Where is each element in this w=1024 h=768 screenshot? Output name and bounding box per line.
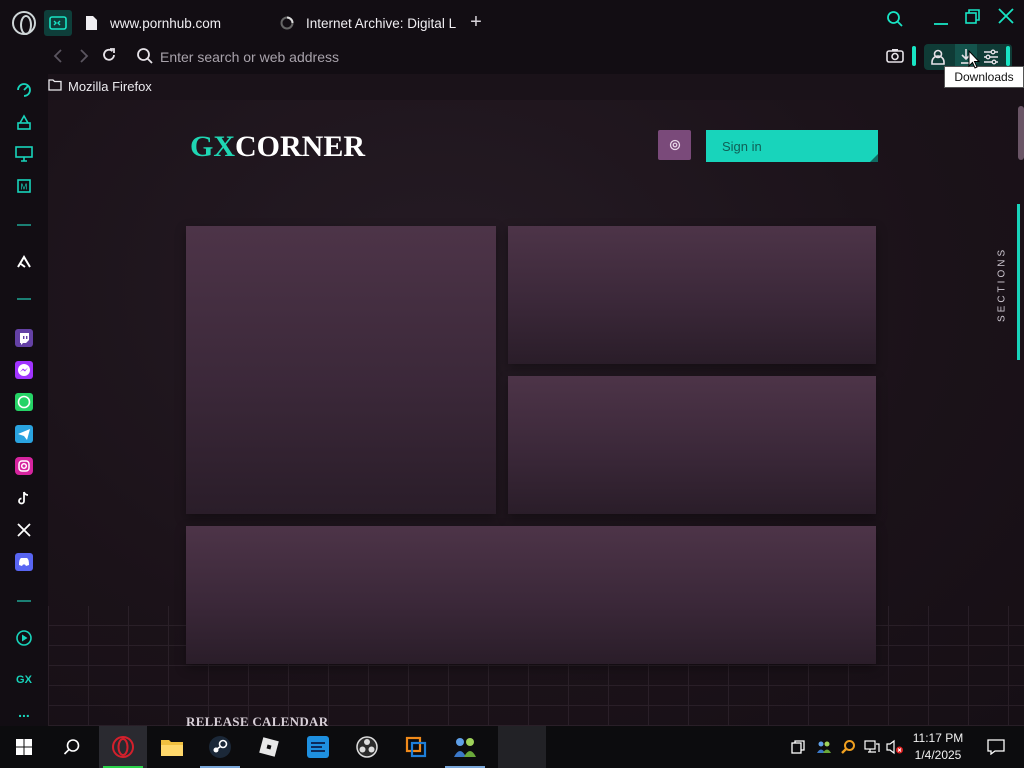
restore-icon[interactable] [964,8,982,31]
search-icon [136,47,154,70]
memory-icon[interactable]: M [14,176,34,196]
clock-date: 1/4/2025 [914,748,962,762]
telegram-icon[interactable] [14,424,34,444]
folder-icon [161,740,183,756]
new-tab-button[interactable]: + [466,12,486,34]
tab-pornhub[interactable]: www.pornhub.com [84,8,264,38]
settings-button[interactable] [658,130,691,160]
sign-in-button[interactable]: Sign in [706,130,878,162]
reload-icon[interactable] [100,46,118,69]
instagram-icon[interactable] [14,456,34,476]
tab-title: Internet Archive: Digital Lib [306,15,456,31]
address-input[interactable] [160,46,760,68]
gear-icon [669,139,680,151]
taskbar-search-button[interactable] [48,726,96,768]
featured-card-wide[interactable] [186,526,876,664]
opera-gx-logo-icon[interactable] [12,11,36,35]
downloads-tooltip: Downloads [944,66,1024,88]
taskbar: 11:17 PM 1/4/2025 [0,726,1024,768]
taskbar-opera-gx[interactable] [99,726,147,768]
tab-title: www.pornhub.com [110,15,222,31]
virtualbox-icon [405,736,427,758]
aria-icon[interactable] [14,252,34,272]
messenger-icon[interactable] [14,360,34,380]
app-icon [307,736,329,758]
x-icon[interactable] [14,520,34,540]
featured-card-large[interactable] [186,226,496,514]
discord-icon[interactable] [14,552,34,572]
display-icon[interactable] [14,144,34,164]
notification-center-icon[interactable] [976,726,1016,768]
close-icon[interactable] [996,6,1016,31]
sidebar-divider [17,298,31,300]
taskbar-obs[interactable] [343,726,391,768]
minimize-icon[interactable] [932,10,950,33]
whatsapp-icon[interactable] [14,392,34,412]
scrollbar-thumb[interactable] [1018,106,1024,160]
forward-icon[interactable] [76,47,92,70]
sidebar-divider [17,600,31,602]
tab-internet-archive[interactable]: Internet Archive: Digital Lib [280,8,456,38]
search-icon [63,739,80,755]
tiktok-icon[interactable] [14,488,34,508]
network-icon[interactable] [860,726,884,768]
tray-search-icon[interactable] [836,726,860,768]
bookmark-folder[interactable]: Mozilla Firefox [48,79,152,94]
mouse-cursor-icon [968,49,981,74]
sidebar: M GX ... [0,74,48,726]
loading-spinner-icon [280,16,294,30]
gx-label[interactable]: GX [14,670,34,690]
accent-bar [1006,46,1010,66]
obs-icon [356,736,378,758]
windows-icon [16,739,32,755]
task-view-icon[interactable] [786,726,810,768]
taskbar-file-explorer[interactable] [148,726,196,768]
opera-gx-icon [112,736,134,758]
tab-bar: www.pornhub.com Internet Archive: Digita… [0,0,1024,44]
start-button[interactable] [0,726,48,768]
bookmark-label: Mozilla Firefox [68,79,152,94]
twitch-icon[interactable] [14,328,34,348]
bookmarks-bar: Mozilla Firefox [0,76,1024,100]
gx-corner-logo[interactable]: GXCORNER [190,130,365,164]
gx-corner-icon[interactable] [44,10,72,36]
taskbar-virtualbox[interactable] [392,726,440,768]
address-bar [0,40,1024,74]
sections-label: SECTIONS [996,246,1008,322]
featured-card-top-right[interactable] [508,226,876,364]
search-tabs-icon[interactable] [886,10,904,33]
taskbar-app-blue[interactable] [294,726,342,768]
accent-bar [912,46,916,66]
clock-time: 11:17 PM [912,731,964,745]
sidebar-divider [17,224,31,226]
roblox-icon [259,737,279,757]
player-icon[interactable] [14,628,34,648]
document-icon [84,16,98,30]
tray-people-icon[interactable] [812,726,836,768]
svg-text:M: M [21,183,28,192]
control-icon[interactable] [14,80,34,100]
taskbar-people[interactable] [441,726,489,768]
featured-card-bottom-right[interactable] [508,376,876,514]
back-icon[interactable] [50,47,66,70]
release-calendar-heading: RELEASE CALENDAR [186,714,329,726]
more-icon[interactable]: ... [14,702,34,722]
camera-icon[interactable] [886,48,904,69]
folder-icon [48,79,62,94]
people-icon [454,738,476,757]
rgb-icon[interactable] [14,112,34,132]
steam-icon [209,736,231,758]
taskbar-steam[interactable] [196,726,244,768]
gx-corner-page: GXCORNER Sign in RELEASE CALENDAR SECTIO… [48,100,1024,726]
taskbar-empty-slot[interactable] [498,726,546,768]
taskbar-roblox[interactable] [245,726,293,768]
system-clock[interactable]: 11:17 PM 1/4/2025 [902,730,974,764]
